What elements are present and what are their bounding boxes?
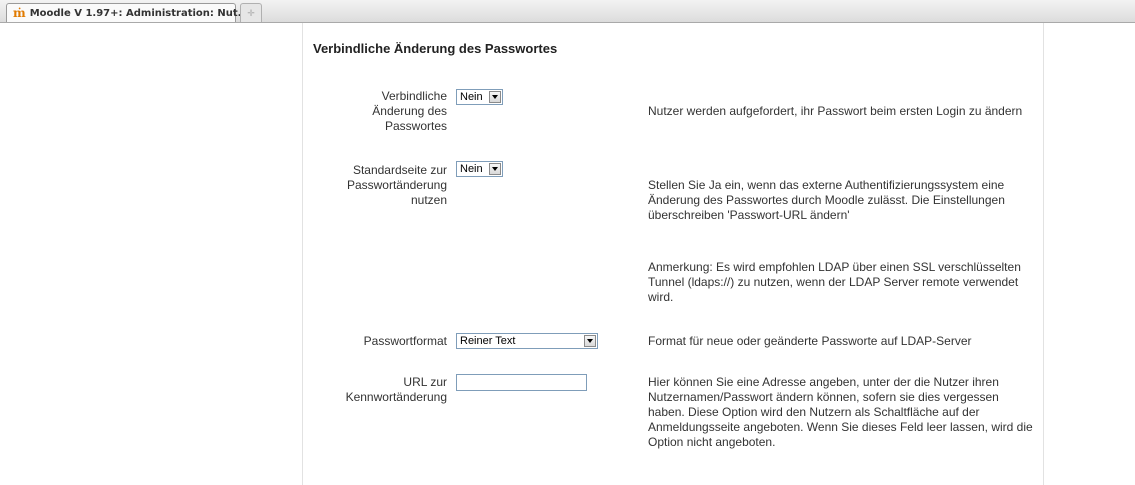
force-change-description: Nutzer werden aufgefordert, ihr Passwort… <box>648 104 1023 118</box>
section-heading: Verbindliche Änderung des Passwortes <box>313 41 558 56</box>
password-format-label: Passwortformat <box>363 334 447 348</box>
std-change-page-select[interactable]: Nein <box>456 161 503 177</box>
browser-tab-bar: ṁ Moodle V 1.97+: Administration: Nut...… <box>0 0 1135 23</box>
password-format-select[interactable]: Reiner Text <box>456 333 598 349</box>
change-url-description: Hier können Sie eine Adresse angeben, un… <box>648 375 1033 449</box>
force-change-label: Verbindliche Änderung des Passwortes <box>372 89 447 133</box>
new-tab-icon[interactable]: ✛ <box>240 3 262 22</box>
chevron-down-icon[interactable] <box>584 335 596 347</box>
force-change-select[interactable]: Nein <box>456 89 503 105</box>
std-change-page-label: Standardseite zur Passwortänderung nutze… <box>346 163 447 207</box>
browser-tab[interactable]: ṁ Moodle V 1.97+: Administration: Nut... <box>6 3 249 22</box>
change-url-input[interactable] <box>456 374 587 391</box>
change-url-label: URL zur Kennwortänderung <box>345 375 447 404</box>
std-change-page-description: Stellen Sie Ja ein, wenn das externe Aut… <box>648 178 1005 222</box>
ldap-note: Anmerkung: Es wird empfohlen LDAP über e… <box>648 260 1021 304</box>
right-column <box>1043 23 1135 485</box>
chevron-down-icon[interactable] <box>489 91 501 103</box>
tab-title: Moodle V 1.97+: Administration: Nut... <box>29 7 250 19</box>
password-format-description: Format für neue oder geänderte Passworte… <box>648 334 972 348</box>
left-column <box>0 23 303 485</box>
moodle-logo-icon: ṁ <box>13 6 26 20</box>
chevron-down-icon[interactable] <box>489 163 501 175</box>
